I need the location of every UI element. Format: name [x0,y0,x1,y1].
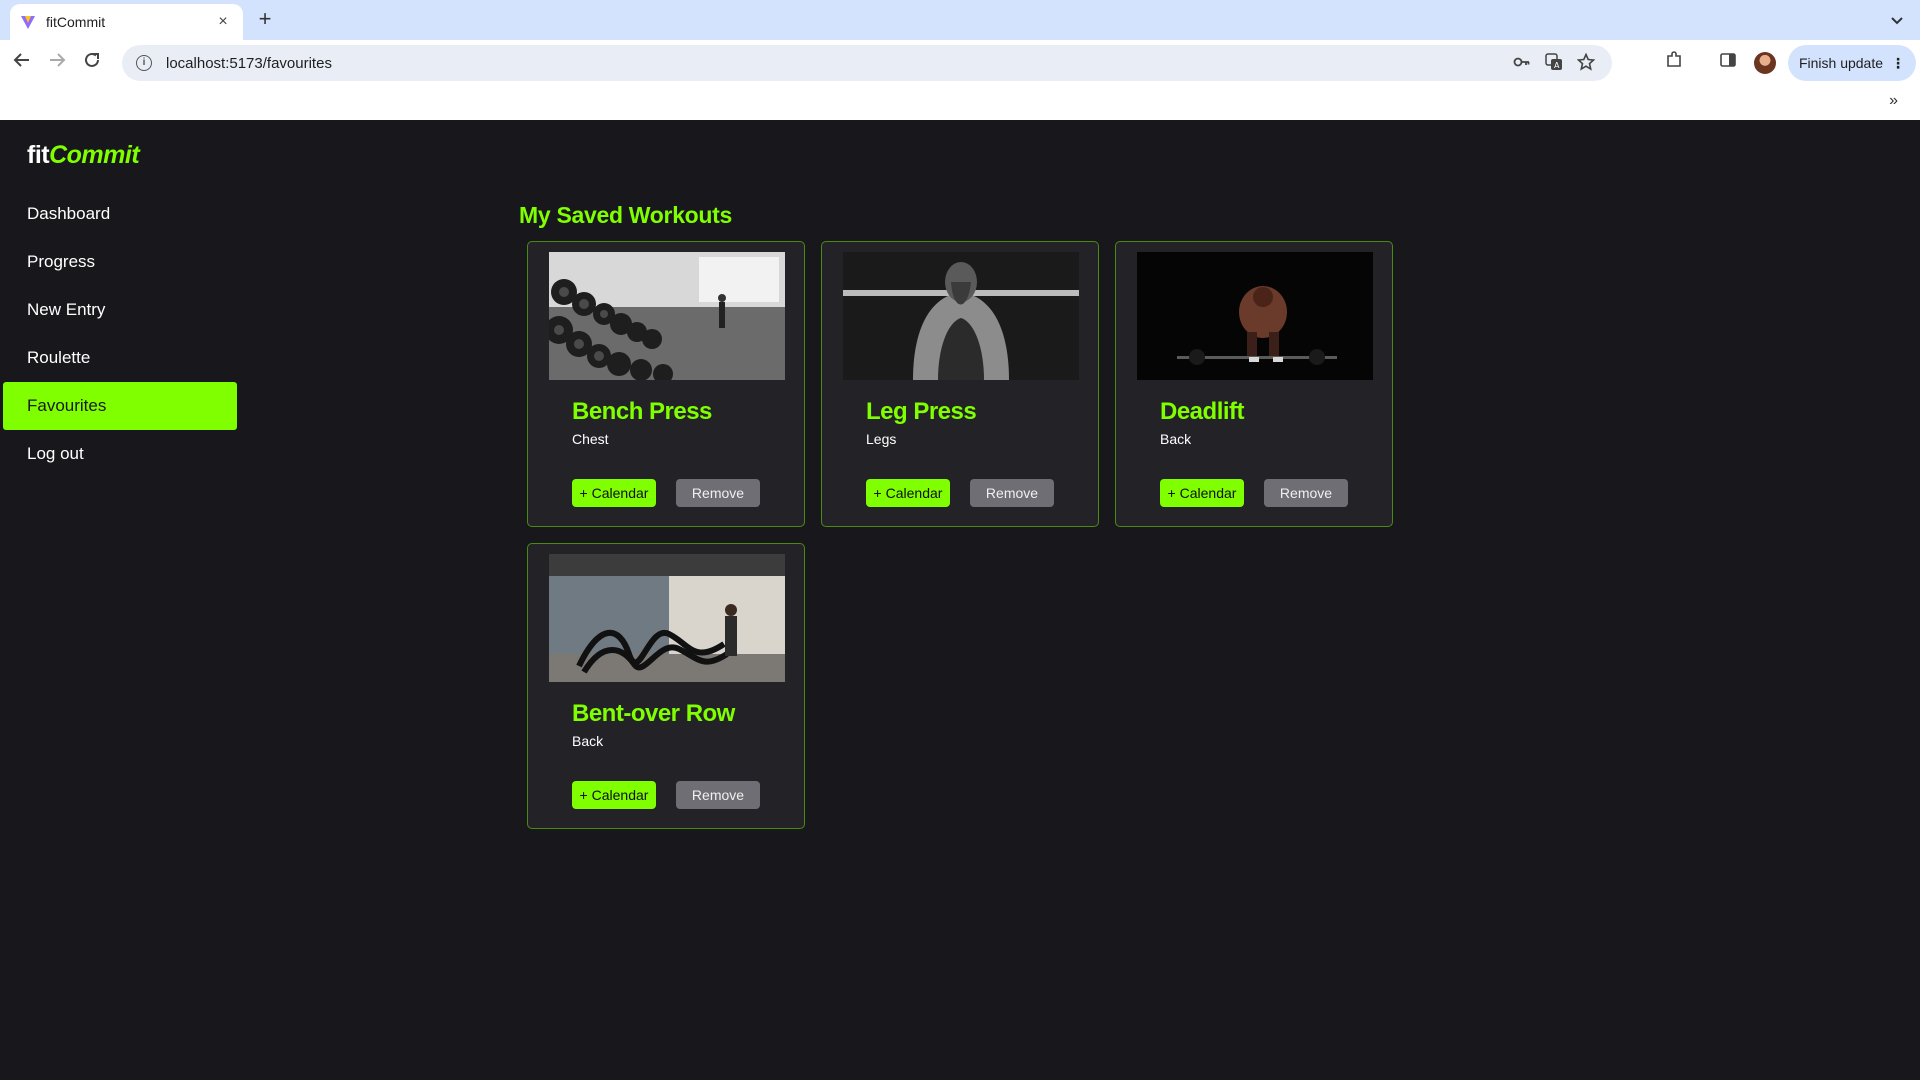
dumbbell-rack-photo [549,252,785,380]
back-icon[interactable] [10,51,34,75]
finish-update-button[interactable]: Finish update ⋮ [1788,45,1916,81]
page-title: My Saved Workouts [519,202,733,228]
extensions-icon[interactable] [1662,51,1686,75]
forward-icon[interactable] [45,51,69,75]
sidebar-item-favourites[interactable]: Favourites [3,382,237,430]
svg-text:A: A [1554,61,1560,70]
remove-button[interactable]: Remove [676,781,760,809]
bookmarks-bar: » [0,86,1920,120]
password-key-icon[interactable] [1512,53,1532,73]
address-bar[interactable]: i localhost:5173/favourites A [122,45,1612,81]
workout-card: Bench Press Chest + Calendar Remove [527,241,805,527]
workout-card: Deadlift Back + Calendar Remove [1115,241,1393,527]
add-to-calendar-button[interactable]: + Calendar [572,781,656,809]
finish-update-label: Finish update [1798,55,1884,71]
logo-fit: fit [27,141,50,169]
browser-tab[interactable]: fitCommit × [10,4,243,40]
workout-card: Leg Press Legs + Calendar Remove [821,241,1099,527]
tab-search-icon[interactable] [1886,9,1908,31]
sidebar-item-log-out[interactable]: Log out [3,430,237,478]
logo-commit: Commit [49,141,140,169]
battle-ropes-photo [549,554,785,682]
app-viewport: fitCommit Dashboard Progress New Entry R… [0,120,1920,1080]
app-logo[interactable]: fitCommit [27,141,140,170]
workout-name: Deadlift [1160,398,1245,425]
bookmark-star-icon[interactable] [1576,52,1596,73]
profile-avatar[interactable] [1754,52,1776,74]
muscle-group: Chest [572,431,609,447]
sidebar-item-dashboard[interactable]: Dashboard [3,190,237,238]
vite-icon [20,14,36,30]
muscle-group: Back [1160,431,1192,447]
remove-button[interactable]: Remove [1264,479,1348,507]
add-to-calendar-button[interactable]: + Calendar [1160,479,1244,507]
workout-name: Bent-over Row [572,700,735,727]
translate-icon[interactable]: A [1544,53,1564,73]
sidebar-item-roulette[interactable]: Roulette [3,334,237,382]
muscle-group: Legs [866,431,897,447]
reload-icon[interactable] [80,51,104,75]
remove-button[interactable]: Remove [970,479,1054,507]
browser-tab-strip: fitCommit × + [0,0,1920,40]
muscle-group: Back [572,733,604,749]
add-to-calendar-button[interactable]: + Calendar [572,479,656,507]
browser-toolbar: i localhost:5173/favourites A Finish upd… [0,40,1920,86]
workout-name: Bench Press [572,398,712,425]
workout-name: Leg Press [866,398,977,425]
close-tab-icon[interactable]: × [213,13,233,31]
barbell-squat-photo [843,252,1079,380]
sidebar-nav: Dashboard Progress New Entry Roulette Fa… [3,190,237,478]
workout-card: Bent-over Row Back + Calendar Remove [527,543,805,829]
sidebar-item-progress[interactable]: Progress [3,238,237,286]
url-text: localhost:5173/favourites [166,54,332,72]
sidebar-item-new-entry[interactable]: New Entry [3,286,237,334]
new-tab-button[interactable]: + [253,8,277,32]
site-info-icon[interactable]: i [136,55,152,71]
add-to-calendar-button[interactable]: + Calendar [866,479,950,507]
bookmarks-overflow-icon[interactable]: » [1889,92,1898,110]
remove-button[interactable]: Remove [676,479,760,507]
deadlift-dark-photo [1137,252,1373,380]
more-menu-icon[interactable]: ⋮ [1891,55,1905,72]
tab-title: fitCommit [46,14,106,30]
side-panel-icon[interactable] [1716,51,1740,75]
